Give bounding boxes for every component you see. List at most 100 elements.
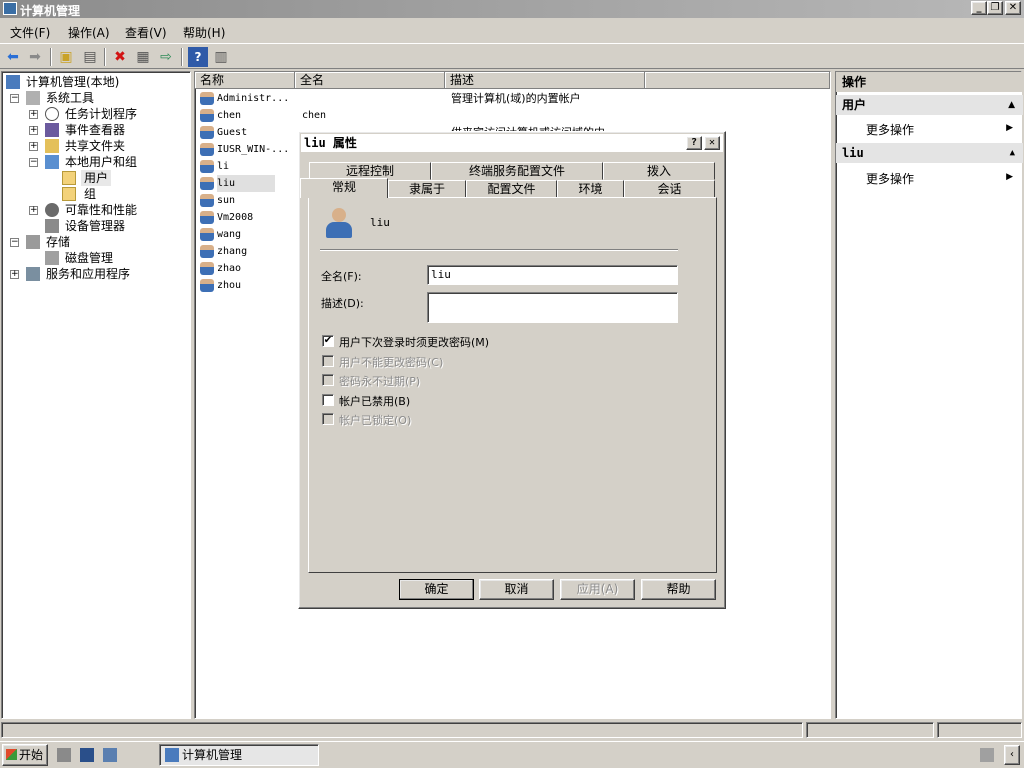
- help-button[interactable]: 帮助: [641, 579, 716, 600]
- dialog-help-button[interactable]: ?: [686, 136, 702, 150]
- cell-description: 管理计算机(域)的内置帐户: [451, 92, 581, 105]
- must-change-password-label[interactable]: 用户下次登录时须更改密码(M): [339, 334, 489, 350]
- help-icon[interactable]: ?: [188, 47, 208, 67]
- expand-icon[interactable]: +: [10, 270, 19, 279]
- back-arrow-icon[interactable]: ⬅: [3, 47, 23, 67]
- submenu-arrow-icon: ▶: [1006, 172, 1013, 182]
- toolbar-separator: [50, 48, 52, 66]
- properties-icon[interactable]: ▦: [133, 47, 153, 67]
- show-hidden-icons-chevron-icon[interactable]: ‹: [1004, 745, 1020, 765]
- collapse-icon[interactable]: −: [29, 158, 38, 167]
- shared-folder-icon: [45, 139, 59, 153]
- actions-section-liu[interactable]: liu ▲: [836, 143, 1023, 163]
- expand-icon[interactable]: +: [29, 206, 38, 215]
- forward-arrow-icon[interactable]: ➡: [25, 47, 45, 67]
- must-change-password-checkbox[interactable]: ✔: [322, 335, 334, 347]
- event-viewer-icon: [45, 123, 59, 137]
- toolbar: ⬅ ➡ ▣ ▤ ✖ ▦ ⇨ ? ▥: [0, 43, 1024, 69]
- dialog-username: liu: [370, 216, 390, 229]
- tab-terminal-services-profile[interactable]: 终端服务配置文件: [431, 162, 603, 180]
- menu-action[interactable]: 操作(A): [68, 24, 110, 41]
- tools-icon: [26, 91, 40, 105]
- menu-help[interactable]: 帮助(H): [183, 24, 225, 41]
- user-avatar-icon: [320, 208, 354, 242]
- account-disabled-checkbox[interactable]: [322, 394, 334, 406]
- collapse-icon[interactable]: −: [10, 94, 19, 103]
- tab-environment[interactable]: 环境: [557, 180, 624, 198]
- ok-button[interactable]: 确定: [399, 579, 474, 600]
- tab-dial-in[interactable]: 拨入: [603, 162, 715, 180]
- expand-icon[interactable]: +: [29, 110, 38, 119]
- apply-button: 应用(A): [560, 579, 635, 600]
- user-icon: [200, 92, 214, 105]
- cancel-button[interactable]: 取消: [479, 579, 554, 600]
- actions-section-users[interactable]: 用户 ▲: [836, 95, 1023, 115]
- services-icon: [26, 267, 40, 281]
- tab-sessions[interactable]: 会话: [624, 180, 715, 198]
- user-icon: [200, 262, 214, 275]
- server-manager-icon[interactable]: [57, 748, 71, 762]
- close-button[interactable]: ✕: [1005, 1, 1021, 15]
- menu-file[interactable]: 文件(F): [10, 24, 50, 41]
- collapse-up-icon[interactable]: ▲: [1010, 143, 1015, 163]
- tab-general[interactable]: 常规: [300, 178, 388, 198]
- cannot-change-password-checkbox: [322, 355, 334, 367]
- description-input[interactable]: [427, 292, 678, 323]
- menu-bar: 文件(F) 操作(A) 查看(V) 帮助(H): [0, 20, 1024, 42]
- explorer-icon[interactable]: [103, 748, 117, 762]
- clock-icon: [45, 107, 59, 121]
- cell-name: Administr...: [217, 93, 290, 104]
- cell-name: zhou: [217, 280, 242, 291]
- show-hide-tree-icon[interactable]: ▤: [80, 47, 100, 67]
- up-folder-icon[interactable]: ▣: [56, 47, 76, 67]
- tab-profile[interactable]: 配置文件: [466, 180, 557, 198]
- export-list-icon[interactable]: ⇨: [156, 47, 176, 67]
- folder-icon: [62, 171, 76, 185]
- menu-view[interactable]: 查看(V): [125, 24, 167, 41]
- status-cell-main: [1, 722, 803, 738]
- submenu-arrow-icon: ▶: [1006, 123, 1013, 133]
- column-header-description[interactable]: 描述: [445, 72, 645, 89]
- more-actions-liu[interactable]: 更多操作: [866, 170, 914, 187]
- user-icon: [200, 194, 214, 207]
- dialog-close-button[interactable]: ✕: [704, 136, 720, 150]
- start-button[interactable]: 开始: [2, 744, 48, 766]
- storage-icon: [26, 235, 40, 249]
- cell-name: chen: [217, 110, 242, 121]
- fullname-input[interactable]: liu: [427, 265, 678, 285]
- dialog-title-bar[interactable]: liu 属性 ? ✕: [301, 134, 723, 152]
- user-icon: [200, 177, 214, 190]
- delete-icon[interactable]: ✖: [110, 47, 130, 67]
- column-header-name[interactable]: 名称: [195, 72, 295, 89]
- console-tree[interactable]: 计算机管理(本地) − 系统工具 + 任务计划程序 + 事件查看器 + 共享文件…: [1, 71, 191, 719]
- window-title: 计算机管理: [20, 4, 81, 18]
- table-row[interactable]: Administr... 管理计算机(域)的内置帐户: [195, 90, 830, 107]
- users-group-icon: [45, 155, 59, 169]
- expand-icon[interactable]: +: [29, 142, 38, 151]
- account-disabled-label[interactable]: 帐户已禁用(B): [339, 393, 410, 409]
- keyboard-icon[interactable]: [980, 748, 994, 762]
- show-hide-action-pane-icon[interactable]: ▥: [211, 47, 231, 67]
- taskbar: 开始 计算机管理 ‹: [0, 741, 1024, 768]
- restore-button[interactable]: ❐: [987, 1, 1003, 15]
- minimize-button[interactable]: _: [971, 1, 987, 15]
- powershell-icon[interactable]: [80, 748, 94, 762]
- toolbar-separator: [181, 48, 183, 66]
- account-locked-label: 帐户已锁定(O): [339, 414, 412, 427]
- actions-header: 操作: [836, 72, 1023, 92]
- cell-name: Guest: [217, 127, 248, 138]
- disk-icon: [45, 251, 59, 265]
- cell-name: Vm2008: [217, 212, 254, 223]
- collapse-icon[interactable]: −: [10, 238, 19, 247]
- table-row[interactable]: chen chen: [195, 107, 830, 124]
- cell-name: zhao: [217, 263, 242, 274]
- more-actions-users[interactable]: 更多操作: [866, 121, 914, 138]
- column-header-fullname[interactable]: 全名: [295, 72, 445, 89]
- expand-icon[interactable]: +: [29, 126, 38, 135]
- taskbar-item-computer-management[interactable]: 计算机管理: [159, 744, 319, 766]
- performance-icon: [45, 203, 59, 217]
- window-title-bar[interactable]: 计算机管理 _ ❐ ✕: [0, 0, 1024, 18]
- status-cell-2: [806, 722, 934, 738]
- tab-member-of[interactable]: 隶属于: [388, 180, 466, 198]
- collapse-up-icon[interactable]: ▲: [1008, 95, 1015, 115]
